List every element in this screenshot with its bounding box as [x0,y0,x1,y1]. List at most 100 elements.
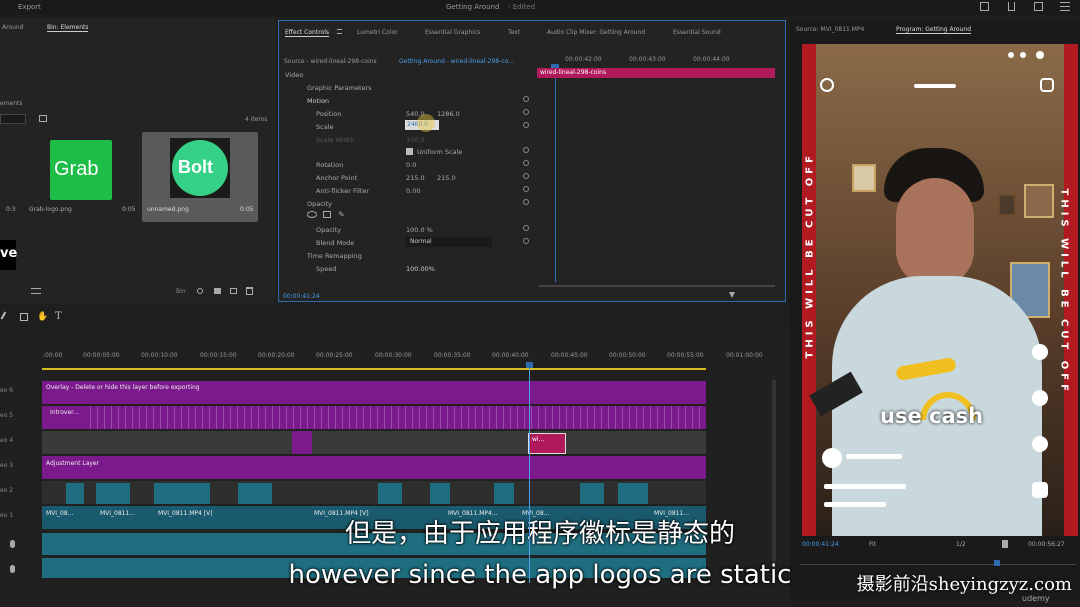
track-label-v5[interactable]: eo 5 [0,412,13,419]
tab-source-monitor[interactable]: Source: MVI_0811.MP4 [796,26,864,33]
bolt-duration: 0:05 [240,206,254,213]
wired-coins-clip[interactable]: wi... [528,433,566,454]
subtitle-chinese: 但是，由于应用程序徽标是静态的 [344,519,735,549]
anchor-y-value[interactable]: 215.0 [437,174,456,182]
ec-zoom-scrollbar[interactable] [539,285,775,287]
track-label-v4[interactable]: eo 4 [0,437,13,444]
blend-mode-select[interactable]: Normal [406,237,492,247]
sequence-clip-dropdown[interactable]: Getting Around - wired-lineal-298-co... [399,58,514,65]
adjustment-layer-clip[interactable]: Adjustment Layer [42,456,706,479]
new-item-icon[interactable] [230,288,237,294]
overlay-clip[interactable]: Overlay - Delete or hide this layer befo… [42,381,706,404]
grab-file-name: Grab-logo.png [29,206,72,213]
speed-value[interactable]: 100.00% [406,265,435,273]
position-reset-icon[interactable] [523,109,529,115]
anchor-reset-icon[interactable] [523,173,529,179]
opacity-section-reset-icon[interactable] [523,199,529,205]
motion-reset-icon[interactable] [523,96,529,102]
opacity-reset-icon[interactable] [523,225,529,231]
scale-reset-icon[interactable] [523,122,529,128]
work-area-bar[interactable] [42,368,706,370]
panel-menu-icon[interactable] [337,29,342,34]
share-icon[interactable] [1008,2,1015,11]
v2-clip-6[interactable] [430,483,450,504]
uniform-reset-icon[interactable] [523,147,529,153]
ui-dot-3 [1036,51,1044,59]
tab-text[interactable]: Text [508,29,520,36]
ec-clip-bar[interactable]: wired-lineal-298-coins [537,68,775,78]
tab-around[interactable]: Around [2,24,24,31]
tab-lumetri-color[interactable]: Lumetri Color [357,29,398,36]
v2-clip-3[interactable] [154,483,210,504]
items-count: 4 items [245,116,268,123]
v2-clip-2[interactable] [96,483,130,504]
v2-clip-7[interactable] [494,483,514,504]
menu-icon[interactable] [1060,1,1070,11]
type-tool-icon[interactable]: T [55,311,62,322]
v2-clip-5[interactable] [378,483,402,504]
rectangle-tool-icon[interactable] [20,313,28,321]
ui-text-line-1 [846,454,902,459]
export-menu[interactable]: Export [18,3,41,11]
wall-frame-2 [998,194,1016,216]
tab-essential-graphics[interactable]: Essential Graphics [425,29,480,36]
video-frame[interactable]: use cash THIS WILL BE CUT OFF THIS WILL … [802,44,1078,536]
ec-playhead-line [555,68,556,282]
tab-audio-clip-mixer[interactable]: Audio Clip Mixer: Getting Around [547,29,645,36]
tab-program-monitor[interactable]: Program: Getting Around [896,26,971,34]
hand-tool-icon[interactable]: ✋ [37,312,48,322]
pen-tool-icon[interactable] [0,311,12,323]
workspace-icon[interactable] [980,2,989,11]
wall-frame-3 [1024,184,1054,218]
bin-search-input[interactable] [0,114,26,124]
uniform-scale-checkbox[interactable] [406,148,413,155]
blend-reset-icon[interactable] [523,238,529,244]
opacity-value[interactable]: 100.0 % [406,226,433,234]
graphic-params-row[interactable]: Graphic Parameters [307,84,372,92]
bolt-logo-text: Bolt [178,157,213,177]
ellipse-mask-icon[interactable] [307,211,317,218]
antiflicker-value[interactable]: 0.00 [406,187,420,195]
opacity-section[interactable]: Opacity [307,200,332,208]
anchor-x-value[interactable]: 215.0 [406,174,425,182]
antiflicker-reset-icon[interactable] [523,186,529,192]
track-label-v3[interactable]: eo 3 [0,462,13,469]
v4-clip-a[interactable] [292,431,312,454]
motion-row[interactable]: Motion [307,97,329,105]
pen-mask-icon[interactable]: ✎ [338,210,345,219]
rotation-value[interactable]: 0.0 [406,161,416,169]
v2-clip-1[interactable] [66,483,84,504]
position-y-value[interactable]: 1286.0 [437,110,460,118]
ec-timecode-2: 00:00:43:00 [629,56,666,63]
edited-label: - Edited [508,3,536,11]
tab-effect-controls[interactable]: Effect Controls [285,29,329,37]
tab-bin-elements[interactable]: Bin: Elements [47,24,89,32]
intro-clip-track[interactable]: Introver... [42,406,706,429]
new-bin-icon[interactable] [214,288,221,294]
bin-icon[interactable]: Bin [176,288,186,295]
ruler-tick-5: 00:00:25:00 [316,352,353,359]
timeline-playhead-line [529,368,530,583]
list-view-icon[interactable] [31,288,41,294]
v2-clip-8[interactable] [580,483,604,504]
grab-logo-thumbnail[interactable]: Grab [50,140,112,200]
track-label-v6[interactable]: eo 6 [0,387,13,394]
time-remap-row[interactable]: Time Remapping [307,252,362,260]
filter-icon[interactable] [729,292,735,298]
v2-clip-9[interactable] [618,483,648,504]
v2-clip-4[interactable] [238,483,272,504]
intro-clip[interactable]: Introver... [42,406,90,429]
track-label-v2[interactable]: eo 2 [0,487,13,494]
fullscreen-icon[interactable] [1034,2,1043,11]
folder-icon[interactable] [39,115,47,122]
find-icon[interactable] [197,288,203,294]
v4-track: wi... [42,431,706,454]
rotation-reset-icon[interactable] [523,160,529,166]
rect-mask-icon[interactable] [323,211,331,218]
scale-width-label: Scale Width [316,136,355,144]
timeline-v-scrollbar[interactable] [772,380,776,580]
tab-essential-sound[interactable]: Essential Sound [673,29,721,36]
bolt-logo-square: Bolt [170,138,230,198]
trash-icon[interactable] [246,287,253,295]
partial-thumbnail[interactable]: ve [0,240,17,270]
